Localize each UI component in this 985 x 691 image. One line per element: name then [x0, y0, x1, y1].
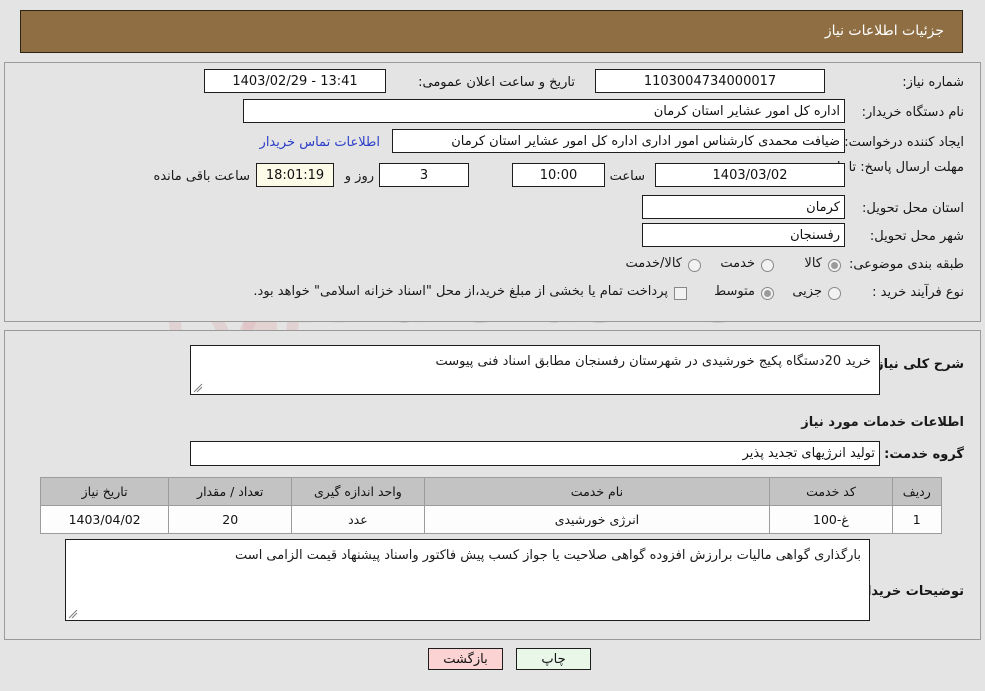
remaining-days-value: 3 — [379, 163, 469, 187]
col-date: تاریخ نیاز — [39, 477, 170, 506]
resize-grip-icon[interactable] — [193, 383, 203, 393]
category-radio-1-label: خدمت — [720, 256, 755, 271]
summary-label: شرح کلی نیاز: — [870, 357, 964, 372]
cell-quantity: 20 — [168, 505, 293, 534]
process-radio-0[interactable] — [828, 287, 841, 300]
category-radio-2-label: کالا/خدمت — [625, 256, 682, 271]
process-radio-0-label: جزیی — [792, 284, 822, 299]
back-button[interactable]: بازگشت — [428, 648, 503, 670]
creator-label: ایجاد کننده درخواست: — [844, 135, 964, 150]
buyer-org-label: نام دستگاه خریدار: — [861, 105, 964, 120]
resize-grip-icon[interactable] — [68, 609, 78, 619]
print-button[interactable]: چاپ — [516, 648, 591, 670]
need-number-label: شماره نیاز: — [902, 75, 964, 90]
buyer-notes-label: توضیحات خریدار: — [854, 584, 964, 599]
province-label: استان محل تحویل: — [862, 201, 964, 216]
col-unit: واحد اندازه گیری — [291, 477, 425, 506]
cell-name: انرژی خورشیدی — [423, 505, 771, 534]
deadline-date-value: 1403/03/02 — [655, 163, 845, 187]
city-value: رفسنجان — [642, 223, 845, 247]
deadline-hour-label: ساعت — [609, 169, 645, 184]
cell-date: 1403/04/02 — [39, 505, 170, 534]
announce-datetime-label: تاریخ و ساعت اعلان عمومی: — [418, 75, 575, 90]
process-radio-1[interactable] — [761, 287, 774, 300]
treasury-payment-label: پرداخت تمام یا بخشی از مبلغ خرید،از محل … — [253, 284, 668, 299]
category-radio-2[interactable] — [688, 259, 701, 272]
treasury-payment-checkbox[interactable] — [674, 287, 687, 300]
service-group-label: گروه خدمت: — [884, 447, 964, 462]
table-row: 1 غ-100 انرژی خورشیدی عدد 20 1403/04/02 — [39, 505, 943, 534]
buyer-contact-link[interactable]: اطلاعات تماس خریدار — [260, 135, 380, 150]
col-name: نام خدمت — [423, 477, 771, 506]
category-radio-1[interactable] — [761, 259, 774, 272]
buyer-notes-value: بارگذاری گواهی مالیات برارزش افزوده گواه… — [235, 548, 861, 563]
remaining-time-countdown: 18:01:19 — [256, 163, 334, 187]
city-label: شهر محل تحویل: — [869, 229, 964, 244]
buyer-org-value: اداره کل امور عشایر استان کرمان — [243, 99, 845, 123]
need-number-value: 1103004734000017 — [595, 69, 825, 93]
cell-radif: 1 — [891, 505, 943, 534]
detail-panel: شرح کلی نیاز: خرید 20دستگاه پکیج خورشیدی… — [4, 330, 981, 640]
creator-value: ضیافت محمدی کارشناس امور اداری اداره کل … — [392, 129, 845, 153]
remaining-days-suffix: روز و — [344, 169, 374, 184]
cell-unit: عدد — [291, 505, 425, 534]
announce-datetime-value: 13:41 - 1403/02/29 — [204, 69, 386, 93]
page-header-bar: جزئیات اطلاعات نیاز — [20, 10, 963, 53]
remaining-time-suffix: ساعت باقی مانده — [153, 169, 250, 184]
table-header-row: ردیف کد خدمت نام خدمت واحد اندازه گیری ت… — [39, 477, 943, 506]
process-label: نوع فرآیند خرید : — [872, 285, 964, 300]
service-group-value: تولید انرژیهای تجدید پذیر — [190, 441, 880, 466]
services-section-title: اطلاعات خدمات مورد نیاز — [801, 415, 964, 430]
deadline-hour-value: 10:00 — [512, 163, 605, 187]
col-quantity: تعداد / مقدار — [168, 477, 293, 506]
process-radio-1-label: متوسط — [714, 284, 755, 299]
col-radif: ردیف — [891, 477, 943, 506]
page-title: جزئیات اطلاعات نیاز — [824, 23, 944, 39]
buyer-notes-textarea[interactable]: بارگذاری گواهی مالیات برارزش افزوده گواه… — [65, 539, 870, 621]
province-value: کرمان — [642, 195, 845, 219]
category-radio-0[interactable] — [828, 259, 841, 272]
summary-textarea[interactable]: خرید 20دستگاه پکیج خورشیدی در شهرستان رف… — [190, 345, 880, 395]
summary-value: خرید 20دستگاه پکیج خورشیدی در شهرستان رف… — [435, 354, 871, 369]
cell-code: غ-100 — [769, 505, 893, 534]
col-code: کد خدمت — [769, 477, 893, 506]
services-table: ردیف کد خدمت نام خدمت واحد اندازه گیری ت… — [39, 477, 943, 534]
category-radio-0-label: کالا — [804, 256, 822, 271]
category-label: طبقه بندی موضوعی: — [848, 257, 964, 272]
deadline-label: مهلت ارسال پاسخ: تا تاریخ: — [814, 160, 964, 175]
basic-info-panel: شماره نیاز: 1103004734000017 تاریخ و ساع… — [4, 62, 981, 322]
